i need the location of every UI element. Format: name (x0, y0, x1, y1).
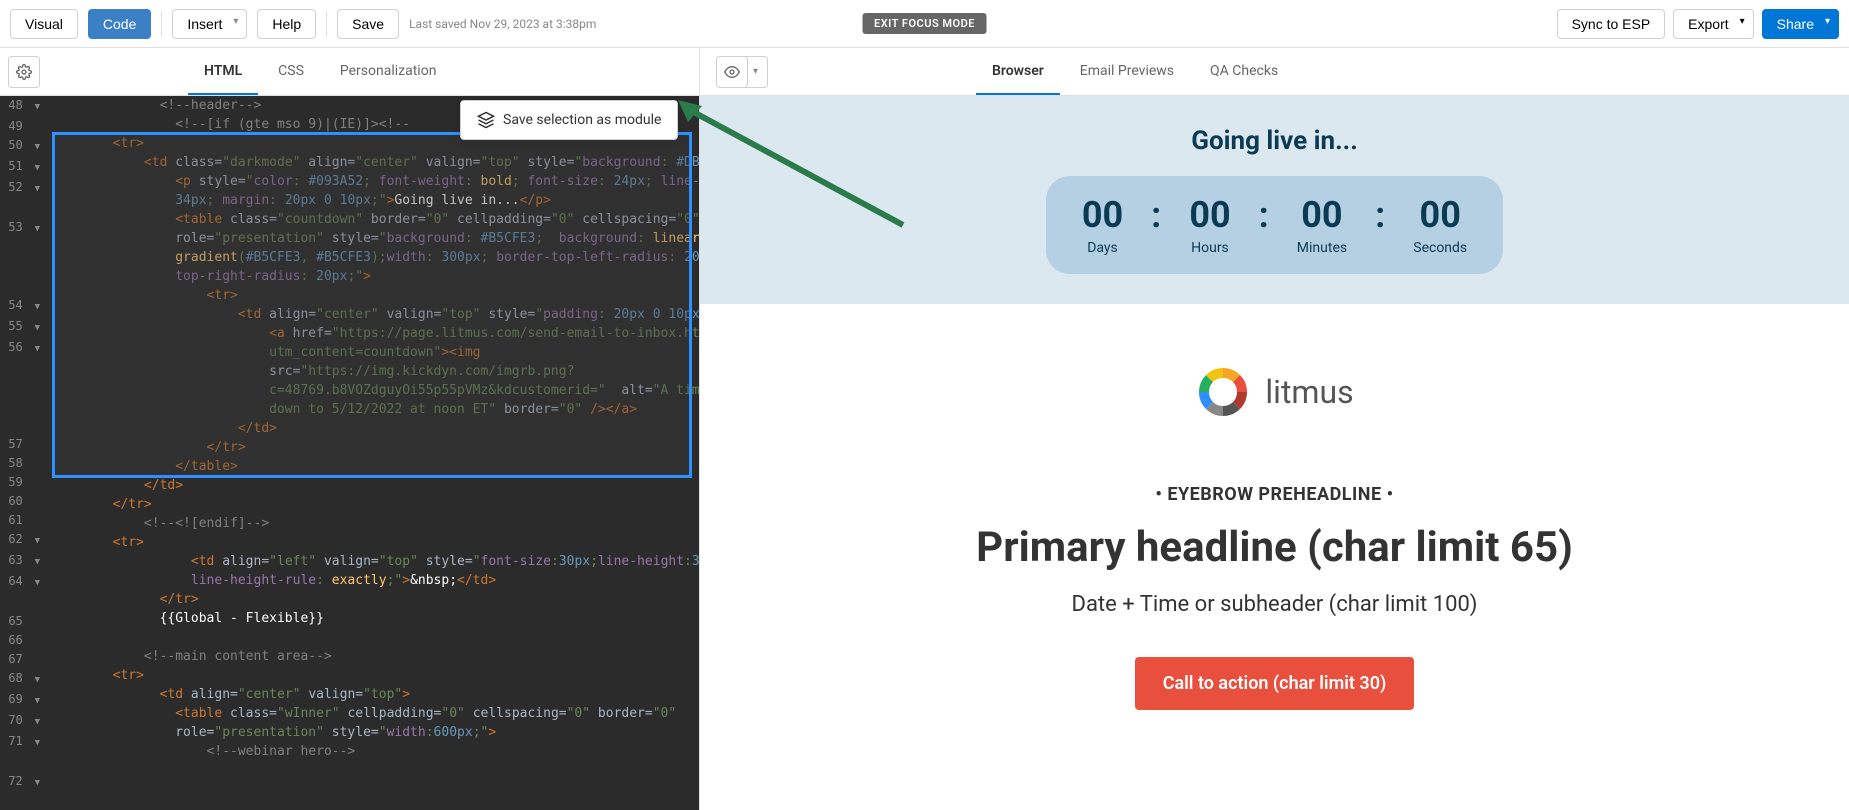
editor-pane: HTML CSS Personalization 48 ▼49 50 ▼51 ▼… (0, 48, 700, 810)
share-button[interactable]: Share (1762, 9, 1839, 39)
divider (161, 12, 162, 36)
preview-visibility-dropdown[interactable]: ▾ (744, 56, 768, 88)
exit-focus-button[interactable]: EXIT FOCUS MODE (862, 13, 987, 34)
tab-browser[interactable]: Browser (976, 49, 1060, 95)
litmus-logo: litmus (1195, 364, 1353, 420)
annotation-arrow (678, 100, 908, 230)
code-tab-button[interactable]: Code (88, 9, 151, 39)
code-editor[interactable]: 48 ▼49 50 ▼51 ▼52 ▼ 53 ▼ 54 ▼55 ▼56 ▼ 57… (0, 96, 699, 810)
editor-tabs: HTML CSS Personalization (0, 48, 699, 96)
last-saved-text: Last saved Nov 29, 2023 at 3:38pm (409, 17, 596, 31)
cta-button[interactable]: Call to action (char limit 30) (1135, 657, 1415, 710)
tab-css[interactable]: CSS (262, 49, 320, 95)
line-gutter: 48 ▼49 50 ▼51 ▼52 ▼ 53 ▼ 54 ▼55 ▼56 ▼ 57… (0, 96, 48, 793)
countdown-days-value: 00 (1082, 194, 1123, 236)
countdown-minutes-label: Minutes (1297, 240, 1347, 256)
primary-headline: Primary headline (char limit 65) (740, 523, 1809, 572)
tab-html[interactable]: HTML (188, 49, 258, 95)
countdown-seconds-value: 00 (1413, 194, 1467, 236)
preview-tabs: ▾ Browser Email Previews QA Checks (700, 48, 1849, 96)
save-button[interactable]: Save (337, 9, 399, 39)
gear-icon (16, 64, 32, 80)
tab-qa-checks[interactable]: QA Checks (1194, 49, 1294, 95)
top-toolbar: Visual Code Insert Help Save Last saved … (0, 0, 1849, 48)
settings-button[interactable] (8, 56, 40, 88)
countdown-separator: : (1259, 194, 1269, 236)
eye-icon (724, 64, 740, 80)
countdown-separator: : (1375, 194, 1385, 236)
countdown-hours-label: Hours (1189, 240, 1230, 256)
countdown-days-label: Days (1082, 240, 1123, 256)
content-section: • EYEBROW PREHEADLINE • Primary headline… (700, 484, 1849, 750)
countdown-minutes-value: 00 (1297, 194, 1347, 236)
litmus-logo-icon (1195, 364, 1251, 420)
sync-esp-button[interactable]: Sync to ESP (1557, 9, 1666, 39)
layers-icon (477, 111, 495, 129)
litmus-logo-text: litmus (1265, 373, 1353, 411)
countdown-timer: 00 Days : 00 Hours : 00 Minutes : 00 Seconds (1046, 176, 1503, 274)
countdown-hours-value: 00 (1189, 194, 1230, 236)
export-button[interactable]: Export (1673, 9, 1753, 39)
insert-button[interactable]: Insert (172, 9, 247, 39)
logo-section: litmus (700, 304, 1849, 484)
divider (326, 12, 327, 36)
save-module-label: Save selection as module (503, 112, 661, 128)
countdown-separator: : (1151, 194, 1161, 236)
help-button[interactable]: Help (257, 9, 316, 39)
countdown-seconds-label: Seconds (1413, 240, 1467, 256)
eyebrow-text: • EYEBROW PREHEADLINE • (740, 484, 1809, 505)
tab-email-previews[interactable]: Email Previews (1064, 49, 1190, 95)
tab-personalization[interactable]: Personalization (324, 49, 453, 95)
visual-tab-button[interactable]: Visual (10, 9, 78, 39)
subheader-text: Date + Time or subheader (char limit 100… (740, 592, 1809, 617)
save-module-popup[interactable]: Save selection as module (460, 100, 678, 140)
